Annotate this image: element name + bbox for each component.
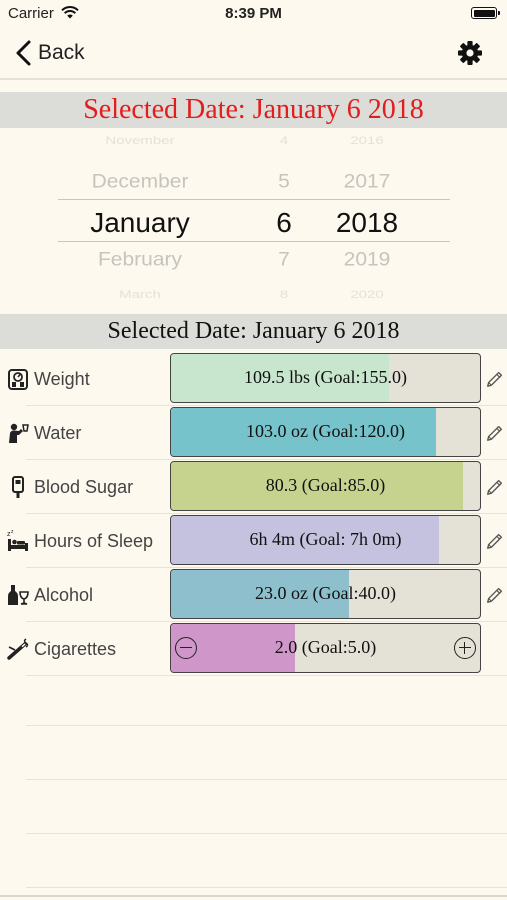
pencil-icon[interactable] [485, 476, 505, 496]
svg-text:z: z [11, 529, 14, 535]
row-divider [26, 675, 507, 676]
date-picker[interactable]: November 4 2016 December 5 2017 January 6 2018 Fe… [0, 130, 507, 310]
chevron-left-icon [16, 40, 31, 66]
empty-row-divider [26, 779, 507, 780]
pencil-icon[interactable] [485, 422, 505, 442]
metric-row-weight: Weight 109.5 lbs (Goal:155.0) [0, 352, 507, 406]
selected-date-banner: Selected Date: January 6 2018 [0, 314, 507, 349]
metric-row-blood-sugar: Blood Sugar 80.3 (Goal:85.0) [0, 460, 507, 514]
metric-name: Water [34, 423, 82, 443]
picker-month-item[interactable]: February [60, 245, 220, 274]
metric-row-water: Water 103.0 oz (Goal:120.0) [0, 406, 507, 460]
nav-divider [0, 78, 507, 80]
picker-selection-top-line [58, 199, 450, 200]
picker-month-item[interactable]: November [60, 131, 220, 150]
glucose-meter-icon [12, 476, 24, 498]
picker-year-item[interactable]: 2016 [322, 131, 412, 150]
picker-day-item[interactable]: 6 [250, 204, 318, 242]
metric-value: 23.0 oz (Goal:40.0) [255, 583, 396, 603]
metric-row-alcohol: Alcohol 23.0 oz (Goal:40.0) [0, 568, 507, 622]
battery-icon [471, 7, 500, 19]
wine-bottle-icon [8, 585, 29, 605]
picker-month-item[interactable]: December [60, 167, 220, 196]
water-drinker-icon [9, 423, 29, 443]
metric-value: 103.0 oz (Goal:120.0) [246, 421, 405, 441]
metric-name: Weight [34, 369, 90, 389]
metric-value: 2.0 (Goal:5.0) [274, 637, 377, 657]
scale-icon [8, 369, 28, 390]
pencil-icon[interactable] [485, 584, 505, 604]
metric-progress-bar[interactable]: 23.0 oz (Goal:40.0) [170, 569, 481, 619]
metric-name: Cigarettes [34, 639, 117, 659]
metric-row-hours-of-sleep: z z Hours of Sleep 6h 4m (Goal: 7h 0m) [0, 514, 507, 568]
nav-bar: Back [0, 28, 507, 78]
pencil-icon[interactable] [485, 368, 505, 388]
empty-row-divider [26, 833, 507, 834]
picker-year-item[interactable]: 2018 [322, 204, 412, 242]
bottom-divider [0, 895, 507, 897]
selected-date-header: Selected Date: January 6 2018 [0, 92, 507, 128]
picker-day-item[interactable]: 4 [250, 131, 318, 150]
metric-progress-bar[interactable]: 6h 4m (Goal: 7h 0m) [170, 515, 481, 565]
picker-month-item[interactable]: January [60, 204, 220, 242]
picker-month-item[interactable]: March [60, 285, 220, 304]
bed-icon: zz [7, 529, 28, 551]
metric-progress-bar[interactable]: 80.3 (Goal:85.0) [170, 461, 481, 511]
metric-progress-bar[interactable]: 2.0 (Goal:5.0) [170, 623, 481, 673]
cigarette-icon [7, 638, 29, 660]
picker-day-item[interactable]: 5 [250, 167, 318, 196]
pencil-icon[interactable] [485, 530, 505, 550]
picker-year-item[interactable]: 2019 [322, 245, 412, 274]
status-bar: Carrier 8:39 PM [0, 0, 507, 28]
minus-circle-icon[interactable] [175, 637, 197, 659]
metric-name: Blood Sugar [34, 477, 134, 497]
metric-row-cigarettes: Cigarettes 2.0 (Goal:5.0) [0, 622, 507, 676]
back-label: Back [38, 41, 85, 64]
metric-value: 6h 4m (Goal: 7h 0m) [249, 529, 402, 549]
plus-circle-icon[interactable] [454, 637, 476, 659]
empty-row-divider [26, 725, 507, 726]
gear-icon[interactable] [457, 40, 483, 66]
metric-progress-bar[interactable]: 103.0 oz (Goal:120.0) [170, 407, 481, 457]
status-time: 8:39 PM [225, 5, 282, 22]
picker-year-item[interactable]: 2020 [322, 285, 412, 304]
metric-name: Alcohol [34, 585, 94, 605]
metric-name: Hours of Sleep [34, 531, 154, 551]
picker-day-item[interactable]: 8 [250, 285, 318, 304]
back-button[interactable]: Back [12, 39, 85, 67]
metric-progress-bar[interactable]: 109.5 lbs (Goal:155.0) [170, 353, 481, 403]
picker-year-item[interactable]: 2017 [322, 167, 412, 196]
picker-day-item[interactable]: 7 [250, 245, 318, 274]
metric-value: 80.3 (Goal:85.0) [265, 475, 386, 495]
metric-value: 109.5 lbs (Goal:155.0) [244, 367, 407, 387]
empty-row-divider [26, 887, 507, 888]
